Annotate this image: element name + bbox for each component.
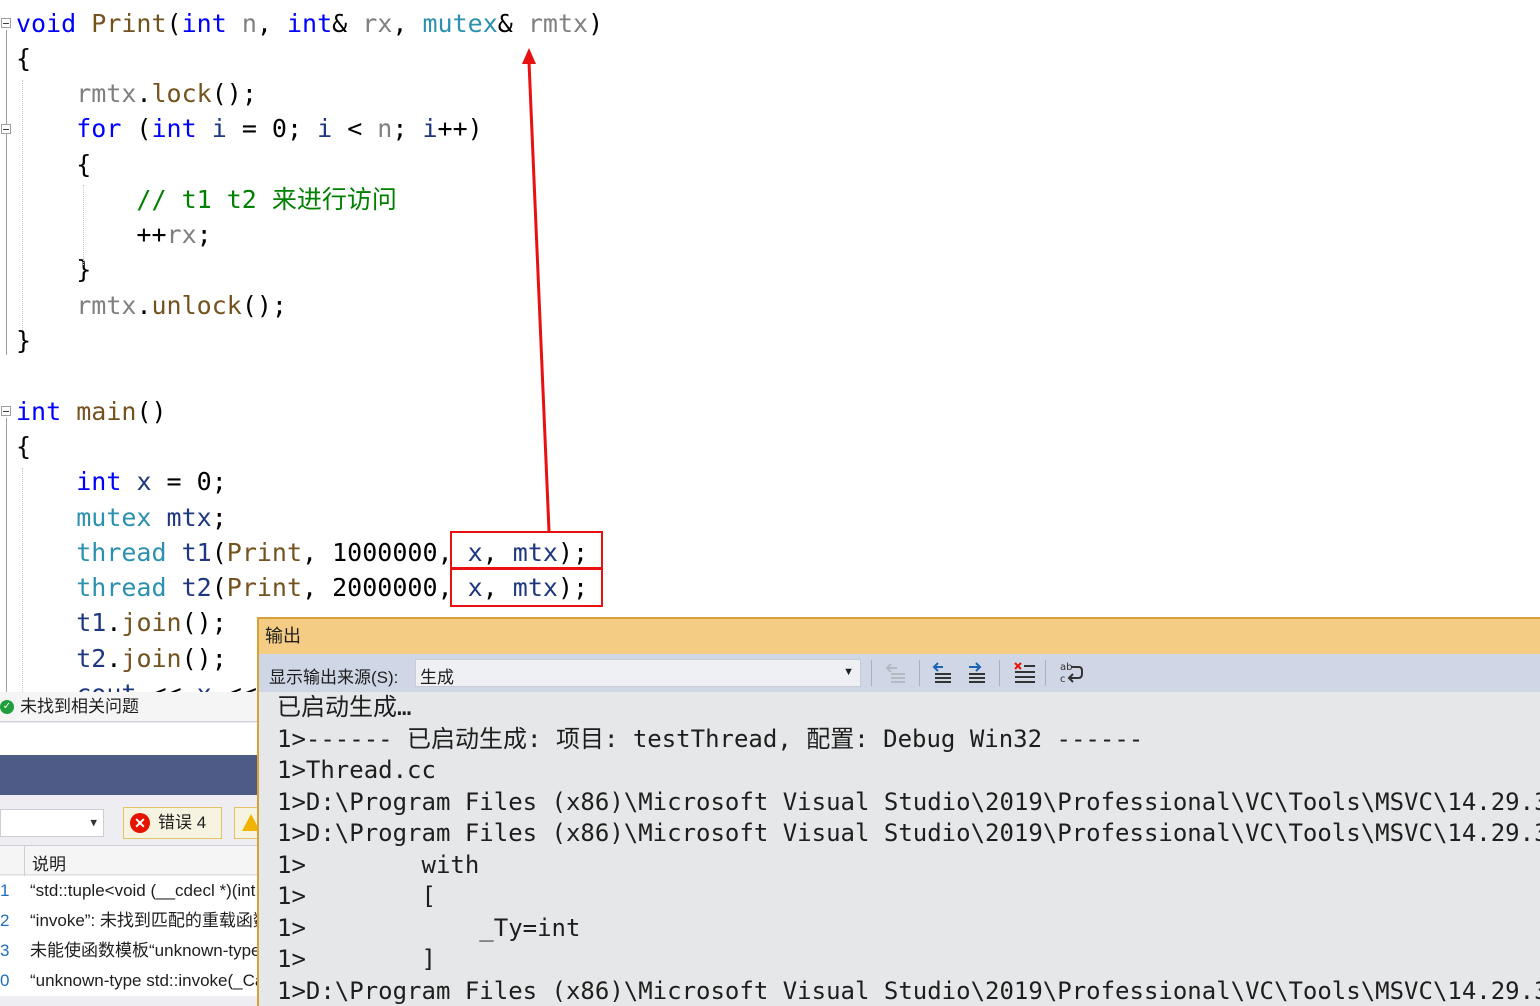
warnings-filter-button[interactable] [234, 807, 258, 839]
toggle-word-wrap-icon: ab c [1060, 662, 1083, 685]
code-token: cout [76, 679, 136, 692]
issues-status[interactable]: ✓ 未找到相关问题 [0, 692, 258, 722]
code-token: join [121, 608, 182, 637]
toolbar-separator [919, 660, 920, 686]
error-list-toolbar: ▼ ✕ 错误 4 [0, 795, 258, 847]
code-line[interactable]: t1.join(); [16, 605, 227, 640]
output-text-area[interactable]: 已启动生成… 1>------ 已启动生成: 项目: testThread, 配置… [277, 692, 1540, 1006]
output-window: 输出 显示输出来源(S): 生成 ▼ ab c 已启动生成… 1>------ … [257, 617, 1540, 1006]
output-source-dropdown[interactable]: 生成 ▼ [415, 659, 861, 687]
code-line[interactable]: cout << x << [16, 676, 257, 692]
error-icon: ✕ [130, 813, 150, 833]
code-token: t2 [181, 573, 212, 602]
scope-dropdown[interactable]: ▼ [0, 809, 104, 837]
code-token: join [121, 644, 182, 673]
output-line: 1> _Ty=int [277, 913, 581, 942]
output-line: 1> with [277, 850, 480, 879]
toolbar-separator [999, 660, 1000, 686]
error-list-panel: ✓ 未找到相关问题 ▼ ✕ 错误 4 说明 1 “std::tuple<void… [0, 692, 258, 1006]
output-line: 已启动生成… [277, 693, 412, 721]
output-title: 输出 [265, 626, 301, 646]
output-line: 1>D:\Program Files (x86)\Microsoft Visua… [277, 787, 1540, 816]
error-code: 3 [0, 941, 10, 960]
find-previous-message-button[interactable] [883, 659, 911, 687]
issues-status-label: 未找到相关问题 [20, 697, 139, 716]
output-line: 1>Thread.cc [277, 756, 436, 784]
code-token: x [197, 679, 212, 692]
error-row[interactable]: 2 “invoke”: 未找到匹配的重载函数 [0, 906, 258, 936]
error-code: 1 [0, 881, 10, 900]
error-row[interactable]: 0 “unknown-type std::invoke(_Callable &&… [0, 966, 258, 996]
errors-filter-label: 错误 4 [158, 813, 207, 832]
go-to-previous-message-button[interactable] [929, 659, 957, 687]
error-description: 未能使函数模板“unknown-type std::invoke [30, 941, 258, 960]
code-token: << [212, 679, 257, 692]
error-description: “invoke”: 未找到匹配的重载函数 [30, 911, 258, 930]
go-to-next-message-icon [969, 662, 985, 683]
code-token: Print [226, 573, 303, 602]
output-source-label: 显示输出来源(S): [269, 668, 399, 687]
output-toolbar: 显示输出来源(S): 生成 ▼ ab c [259, 654, 1540, 692]
code-token: ( [211, 573, 227, 602]
column-header-description[interactable]: 说明 [32, 850, 66, 875]
warning-icon [242, 814, 258, 831]
error-code: 2 [0, 911, 10, 930]
svg-text:c: c [1060, 674, 1066, 685]
column-divider[interactable] [24, 846, 25, 876]
output-line: 1>D:\Program Files (x86)\Microsoft Visua… [277, 819, 1540, 847]
error-description: “std::tuple<void (__cdecl *)(int,int &,s… [30, 881, 258, 900]
panel-spacer [0, 723, 258, 755]
toolbar-separator [871, 660, 872, 686]
go-to-next-message-button[interactable] [963, 659, 991, 687]
chevron-down-icon: ▼ [90, 816, 97, 829]
annotation-arrow [522, 48, 551, 532]
output-line: 1>D:\Program Files (x86)\Microsoft Visua… [277, 976, 1540, 1005]
error-description: “unknown-type std::invoke(_Callable &&,_… [30, 971, 258, 990]
output-source-value: 生成 [420, 668, 454, 687]
clear-all-button[interactable] [1011, 659, 1039, 687]
errors-filter-button[interactable]: ✕ 错误 4 [123, 807, 222, 839]
output-line: 1> [ [277, 882, 436, 910]
output-line: 1>------ 已启动生成: 项目: testThread, 配置: Debu… [277, 724, 1144, 753]
error-list-titlebar[interactable] [0, 755, 258, 795]
toolbar-separator [1045, 660, 1046, 686]
code-token: (); [181, 608, 227, 637]
output-line: 1> ] [277, 945, 436, 973]
annotation-box-t2-args [450, 568, 603, 607]
code-token: thread [76, 573, 167, 602]
code-token: (); [181, 644, 227, 673]
clear-all-icon [1014, 662, 1035, 683]
code-editor[interactable]: void Print(int n, int& rx, mutex& rmtx){… [0, 0, 1540, 692]
code-token: . [106, 608, 122, 637]
svg-text:ab: ab [1060, 662, 1072, 673]
error-row[interactable]: 3 未能使函数模板“unknown-type std::invoke [0, 936, 258, 966]
error-row[interactable]: 1 “std::tuple<void (__cdecl *)(int,int &… [0, 876, 258, 906]
error-list-header: 说明 [0, 845, 258, 876]
code-token: . [106, 644, 122, 673]
error-code: 0 [0, 971, 10, 990]
go-to-previous-message-icon [932, 662, 951, 683]
toggle-word-wrap-button[interactable]: ab c [1057, 659, 1085, 687]
find-previous-message-icon [885, 663, 905, 683]
code-token: << [136, 679, 196, 692]
code-token: , 2000000, [302, 573, 468, 602]
code-token: t2 [76, 644, 107, 673]
code-token: t1 [76, 608, 107, 637]
code-line[interactable]: t2.join(); [16, 641, 227, 676]
chevron-down-icon: ▼ [843, 666, 854, 678]
output-titlebar[interactable]: 输出 [259, 619, 1540, 654]
check-icon: ✓ [0, 700, 14, 714]
